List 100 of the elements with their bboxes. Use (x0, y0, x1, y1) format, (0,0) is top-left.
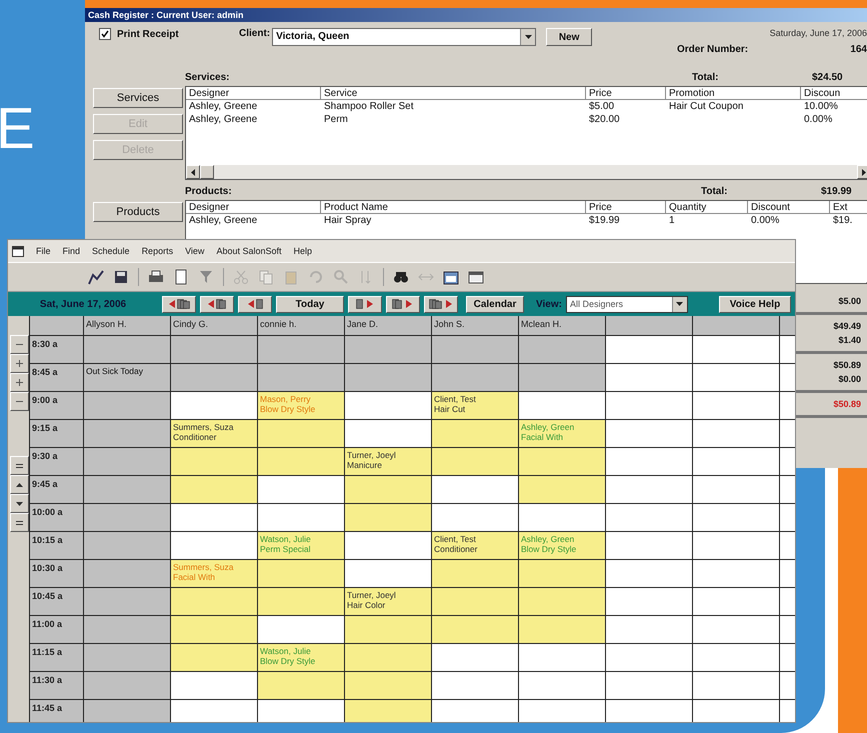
time-slot[interactable] (171, 448, 257, 475)
time-slot[interactable] (258, 336, 344, 363)
time-slot[interactable] (432, 644, 518, 671)
time-slot[interactable] (171, 392, 257, 419)
time-slot[interactable] (84, 392, 170, 419)
zoom-button[interactable] (10, 392, 29, 411)
time-slot[interactable] (693, 448, 779, 475)
time-slot[interactable] (519, 392, 605, 419)
time-slot[interactable] (519, 672, 605, 699)
view-select[interactable]: All Designers (566, 296, 688, 312)
time-slot[interactable]: Turner, Joeyl Manicure (345, 448, 431, 475)
time-slot[interactable] (432, 504, 518, 531)
time-slot[interactable] (432, 588, 518, 615)
scroll-right-button[interactable] (857, 165, 867, 179)
column-header[interactable]: Price (586, 201, 666, 214)
time-slot[interactable] (258, 504, 344, 531)
next-button[interactable] (424, 296, 458, 312)
time-slot[interactable] (84, 476, 170, 503)
menu-item[interactable]: File (36, 246, 51, 256)
time-slot[interactable] (606, 504, 692, 531)
time-slot[interactable] (84, 588, 170, 615)
time-slot[interactable] (693, 364, 779, 391)
paste-icon[interactable] (283, 269, 299, 285)
time-slot[interactable] (432, 448, 518, 475)
time-slot[interactable] (693, 420, 779, 447)
column-header[interactable]: Quantity (666, 201, 748, 214)
scroll-button[interactable] (10, 513, 29, 532)
time-slot[interactable] (519, 448, 605, 475)
time-slot[interactable] (693, 700, 779, 722)
scroll-button[interactable] (10, 494, 29, 513)
document-icon[interactable] (173, 269, 189, 285)
time-slot[interactable] (432, 364, 518, 391)
scroll-left-button[interactable] (186, 165, 200, 179)
time-slot[interactable]: Client, Test Hair Cut (432, 392, 518, 419)
time-slot[interactable] (171, 644, 257, 671)
time-slot[interactable] (345, 476, 431, 503)
services-side-button[interactable]: Services (93, 88, 183, 108)
time-slot[interactable] (171, 364, 257, 391)
time-slot[interactable] (84, 644, 170, 671)
time-slot[interactable] (519, 476, 605, 503)
time-slot[interactable] (432, 616, 518, 643)
next-button[interactable] (348, 296, 382, 312)
menu-item[interactable]: Schedule (92, 246, 130, 256)
time-slot[interactable] (519, 588, 605, 615)
time-slot[interactable]: Summers, Suza Conditioner (171, 420, 257, 447)
menu-item[interactable]: About SalonSoft (216, 246, 282, 256)
time-slot[interactable] (84, 560, 170, 587)
time-slot[interactable] (345, 644, 431, 671)
checkbox[interactable] (99, 28, 111, 40)
copy-icon[interactable] (258, 269, 274, 285)
calendar-button[interactable]: Calendar (466, 296, 524, 312)
time-slot[interactable] (84, 448, 170, 475)
column-header[interactable]: Ext (830, 201, 867, 214)
column-header[interactable]: Price (586, 87, 666, 100)
time-slot[interactable] (84, 336, 170, 363)
column-header[interactable]: Designer (186, 201, 321, 214)
time-slot[interactable] (258, 700, 344, 722)
time-slot[interactable] (432, 336, 518, 363)
time-slot[interactable]: Client, Test Conditioner (432, 532, 518, 559)
time-slot[interactable] (84, 504, 170, 531)
time-slot[interactable] (345, 672, 431, 699)
time-slot[interactable] (606, 616, 692, 643)
time-slot[interactable] (432, 476, 518, 503)
time-slot[interactable] (258, 420, 344, 447)
previous-button[interactable] (162, 296, 196, 312)
printer-icon[interactable] (148, 269, 164, 285)
voice-help-button[interactable]: Voice Help (719, 296, 791, 312)
time-slot[interactable] (519, 616, 605, 643)
time-slot[interactable] (519, 644, 605, 671)
time-slot[interactable] (693, 336, 779, 363)
today-button[interactable]: Today (276, 296, 344, 312)
time-slot[interactable] (258, 476, 344, 503)
calendar-icon[interactable] (443, 269, 459, 285)
time-slot[interactable] (258, 616, 344, 643)
time-slot[interactable] (258, 448, 344, 475)
time-slot[interactable] (171, 504, 257, 531)
app-icon[interactable] (12, 246, 24, 256)
time-slot[interactable] (606, 588, 692, 615)
time-slot[interactable] (345, 504, 431, 531)
menu-item[interactable]: Help (294, 246, 312, 256)
time-slot[interactable] (606, 560, 692, 587)
column-header[interactable]: Designer (186, 87, 321, 100)
scissors-icon[interactable] (233, 269, 249, 285)
scroll-button[interactable] (10, 456, 29, 475)
time-slot[interactable] (432, 560, 518, 587)
time-slot[interactable] (519, 560, 605, 587)
time-slot[interactable] (519, 700, 605, 722)
time-slot[interactable] (693, 672, 779, 699)
time-slot[interactable] (606, 392, 692, 419)
time-slot[interactable] (693, 588, 779, 615)
menu-item[interactable]: Reports (142, 246, 174, 256)
zoom-button[interactable] (10, 354, 29, 373)
chart-icon[interactable] (88, 269, 104, 285)
magnifier-icon[interactable] (333, 269, 349, 285)
previous-button[interactable] (200, 296, 234, 312)
menu-item[interactable]: View (185, 246, 204, 256)
time-slot[interactable] (84, 616, 170, 643)
time-slot[interactable] (345, 336, 431, 363)
time-slot[interactable] (171, 616, 257, 643)
time-slot[interactable] (345, 616, 431, 643)
